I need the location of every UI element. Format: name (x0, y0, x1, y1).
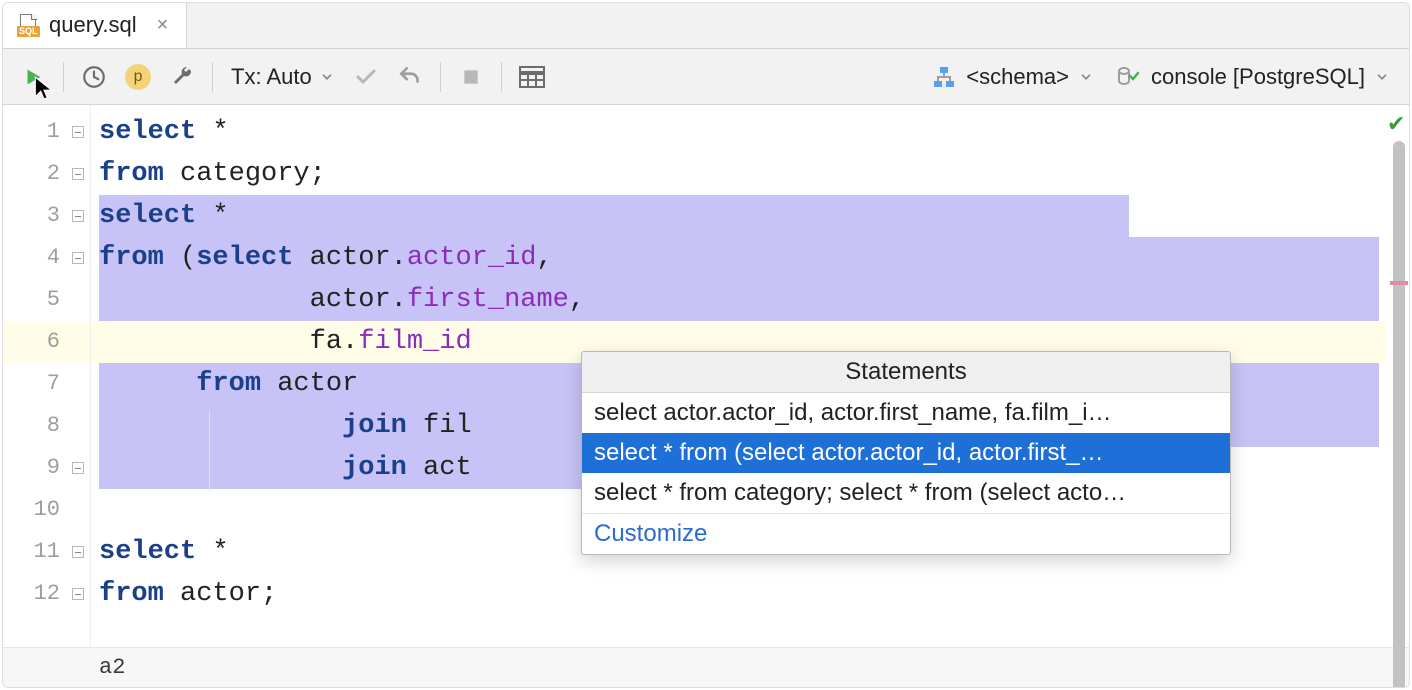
toolbar-separator (63, 62, 64, 92)
line-number: 8 (3, 405, 90, 447)
tx-label: Tx: Auto (231, 64, 312, 90)
breadcrumb-item[interactable]: a2 (99, 655, 125, 680)
chevron-down-icon (1079, 70, 1093, 84)
code-line: actor.first_name, (91, 279, 1385, 321)
code-line: from (select actor.actor_id, (91, 237, 1385, 279)
fold-marker[interactable] (72, 168, 84, 180)
line-number: 4 (3, 237, 90, 279)
table-output-icon (519, 66, 545, 88)
p-icon: p (125, 64, 151, 90)
fold-marker[interactable] (72, 462, 84, 474)
code-line: from actor; (91, 573, 1385, 615)
code-editor[interactable]: 1 2 3 4 5 6 7 8 9 10 11 12 select * from… (3, 105, 1409, 647)
undo-icon (397, 64, 423, 90)
sql-file-icon: SQL (17, 14, 39, 36)
close-tab-icon[interactable]: × (147, 15, 169, 35)
file-tab[interactable]: SQL query.sql × (3, 2, 187, 48)
code-area[interactable]: select * from category; select * from (s… (91, 105, 1385, 647)
line-number: 10 (3, 489, 90, 531)
line-gutter: 1 2 3 4 5 6 7 8 9 10 11 12 (3, 105, 91, 647)
fold-marker[interactable] (72, 210, 84, 222)
schema-selector[interactable]: <schema> (922, 64, 1103, 90)
run-button[interactable] (13, 57, 53, 97)
chevron-down-icon (1375, 70, 1389, 84)
line-number: 9 (3, 447, 90, 489)
schema-label: <schema> (966, 64, 1069, 90)
editor-tabbar: SQL query.sql × (3, 3, 1409, 49)
statement-option[interactable]: select * from (select actor.actor_id, ac… (582, 433, 1230, 473)
console-label: console [PostgreSQL] (1151, 64, 1365, 90)
schema-icon (932, 65, 956, 89)
toolbar-separator (212, 62, 213, 92)
stop-icon (461, 67, 481, 87)
error-stripe-marker[interactable] (1390, 281, 1408, 285)
popup-title: Statements (582, 352, 1230, 393)
console-selector[interactable]: console [PostgreSQL] (1107, 64, 1399, 90)
code-line: select * (91, 195, 1385, 237)
tab-filename: query.sql (49, 12, 137, 38)
fold-marker[interactable] (72, 252, 84, 264)
line-number: 12 (3, 573, 90, 615)
checkmark-icon (354, 65, 378, 89)
statements-popup: Statements select actor.actor_id, actor.… (581, 351, 1231, 555)
fold-marker[interactable] (72, 546, 84, 558)
code-line: select * (91, 111, 1385, 153)
ide-frame: SQL query.sql × p (2, 2, 1410, 688)
play-icon (22, 66, 44, 88)
settings-button[interactable] (162, 57, 202, 97)
rollback-button[interactable] (390, 57, 430, 97)
output-button[interactable] (512, 57, 552, 97)
stop-button[interactable] (451, 57, 491, 97)
history-icon (81, 64, 107, 90)
toolbar-separator (501, 62, 502, 92)
editor-right-panel: ✔ (1385, 105, 1409, 647)
line-number: 5 (3, 279, 90, 321)
breadcrumb-bar: a2 (3, 647, 1409, 687)
p-button[interactable]: p (118, 57, 158, 97)
datasource-icon (1117, 65, 1141, 89)
wrench-icon (170, 65, 194, 89)
commit-button[interactable] (346, 57, 386, 97)
fold-marker[interactable] (72, 588, 84, 600)
line-number: 6 (3, 321, 90, 363)
inspection-ok-icon[interactable]: ✔ (1387, 111, 1405, 137)
chevron-down-icon (320, 70, 334, 84)
sql-toolbar: p Tx: Auto (3, 49, 1409, 105)
customize-link[interactable]: Customize (582, 513, 1230, 554)
line-number: 7 (3, 363, 90, 405)
code-line: from category; (91, 153, 1385, 195)
toolbar-separator (440, 62, 441, 92)
line-number: 3 (3, 195, 90, 237)
line-number: 11 (3, 531, 90, 573)
line-number: 1 (3, 111, 90, 153)
line-number: 2 (3, 153, 90, 195)
tx-mode-selector[interactable]: Tx: Auto (223, 64, 342, 90)
vertical-scrollbar[interactable] (1393, 141, 1405, 688)
history-button[interactable] (74, 57, 114, 97)
fold-marker[interactable] (72, 126, 84, 138)
statement-option[interactable]: select * from category; select * from (s… (582, 473, 1230, 513)
statement-option[interactable]: select actor.actor_id, actor.first_name,… (582, 393, 1230, 433)
